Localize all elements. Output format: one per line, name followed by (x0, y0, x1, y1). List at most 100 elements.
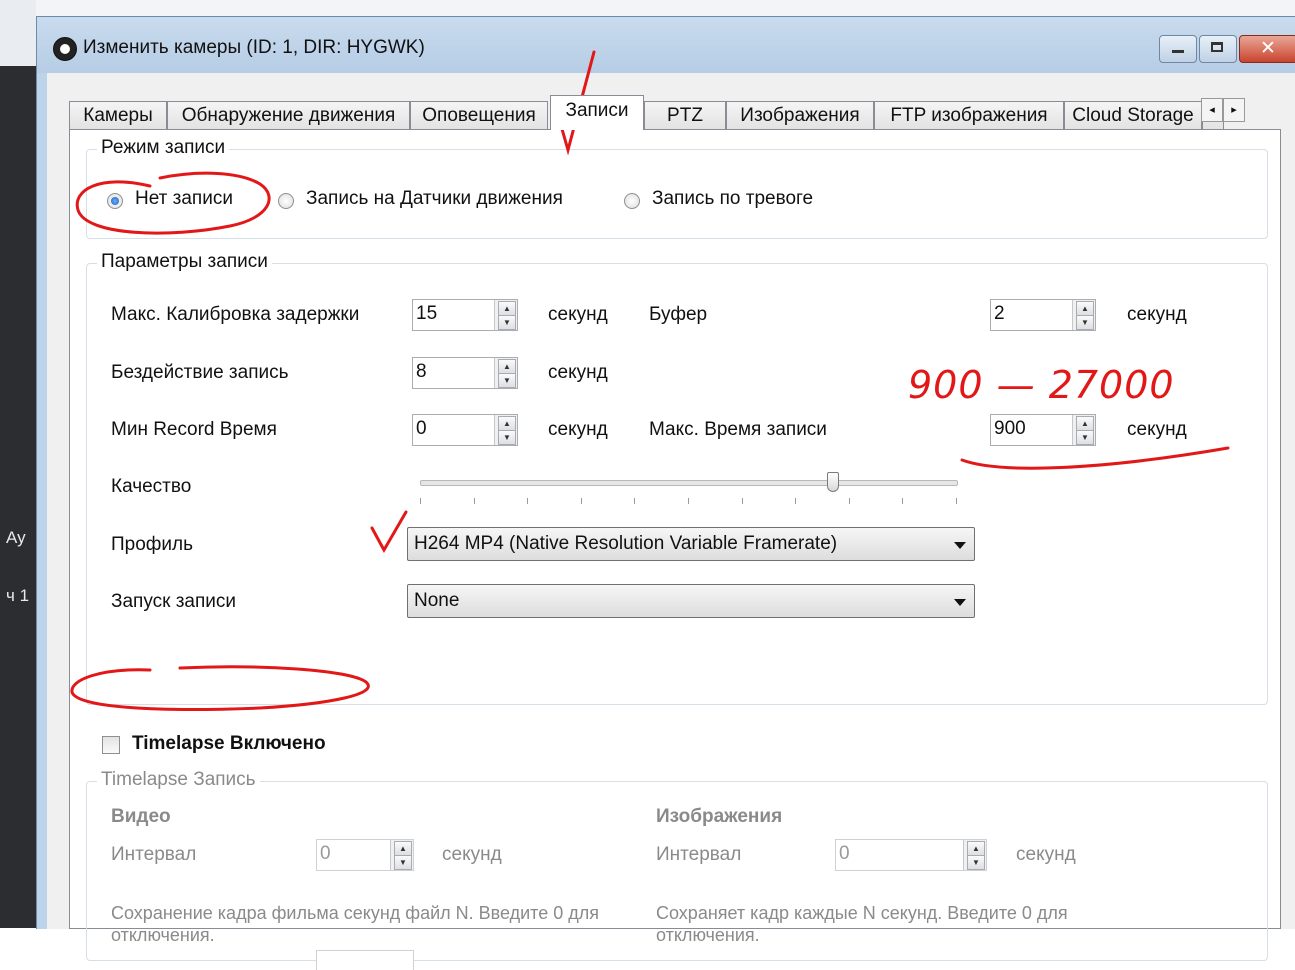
spin-up-icon[interactable]: ▲ (1076, 416, 1094, 431)
quality-slider-track[interactable] (420, 480, 958, 486)
spin-down-icon[interactable]: ▼ (498, 373, 516, 388)
spin-up-icon[interactable]: ▲ (498, 301, 516, 316)
maximize-button[interactable] (1199, 35, 1237, 63)
tab-scroll-left-icon[interactable]: ◂ (1201, 98, 1223, 122)
max-delay-value[interactable]: 15 (416, 303, 437, 325)
spin-down-icon[interactable]: ▼ (498, 315, 516, 330)
record-params-legend: Параметры записи (97, 251, 272, 273)
chevron-down-icon[interactable] (954, 599, 966, 606)
timelapse-group: Timelapse Запись Видео Интервал 0 ▲ ▼ сек… (86, 769, 1268, 970)
buffer-unit: секунд (1127, 304, 1187, 325)
slider-tick (634, 498, 635, 504)
record-mode-legend: Режим записи (97, 137, 230, 159)
timelapse-enabled-checkbox[interactable] (102, 736, 120, 754)
dialog-titlebar[interactable]: Изменить камеры (ID: 1, DIR: HYGWK) ✕ (37, 17, 1295, 73)
profile-dropdown[interactable]: H264 MP4 (Native Resolution Variable Fra… (407, 527, 975, 561)
profile-label: Профиль (111, 534, 194, 555)
min-record-spinner[interactable]: 0 ▲ ▼ (412, 414, 518, 446)
background-app-sidebar: Ау ч 1 (0, 66, 36, 928)
maximize-icon (1211, 42, 1223, 52)
buffer-value[interactable]: 2 (994, 303, 1005, 325)
timelapse-enabled-label[interactable]: Timelapse Включено (132, 733, 326, 755)
spin-down-icon[interactable]: ▼ (394, 855, 412, 870)
min-record-value[interactable]: 0 (416, 418, 427, 440)
tab-cloud-storage[interactable]: Cloud Storage (1064, 101, 1202, 129)
tab-alerts[interactable]: Оповещения (410, 101, 548, 129)
radio-alarm-recording-label[interactable]: Запись по тревоге (652, 188, 813, 210)
background-side-label: ч 1 (6, 586, 30, 605)
quality-slider-thumb[interactable] (827, 472, 839, 492)
spin-down-icon[interactable]: ▼ (498, 430, 516, 445)
max-delay-unit: секунд (548, 304, 608, 325)
min-record-label: Мин Record Время (111, 419, 277, 440)
quality-label: Качество (111, 476, 192, 497)
dialog-title: Изменить камеры (ID: 1, DIR: HYGWK) (83, 37, 425, 58)
slider-tick (420, 498, 421, 504)
slider-tick (527, 498, 528, 504)
inactivity-unit: секунд (548, 362, 608, 383)
timelapse-video-hint: Сохранение кадра фильма секунд файл N. В… (111, 903, 599, 945)
max-delay-label: Макс. Калибровка задержки (111, 304, 360, 325)
spin-down-icon[interactable]: ▼ (967, 855, 985, 870)
tab-motion-detection[interactable]: Обнаружение движения (167, 101, 410, 129)
trigger-dropdown[interactable]: None (407, 584, 975, 618)
spin-down-icon[interactable]: ▼ (1076, 315, 1094, 330)
min-record-unit: секунд (548, 419, 608, 440)
timelapse-video-interval-spinner[interactable]: 0 ▲ ▼ (316, 839, 414, 871)
timelapse-images-unit: секунд (1016, 844, 1076, 865)
spin-up-icon[interactable]: ▲ (394, 841, 412, 856)
dialog-client-area: Камеры Обнаружение движения Оповещения З… (47, 73, 1295, 970)
timelapse-video-heading: Видео (111, 806, 171, 827)
minimize-button[interactable] (1159, 35, 1197, 63)
close-icon: ✕ (1260, 38, 1276, 59)
max-delay-spinner[interactable]: 15 ▲ ▼ (412, 299, 518, 331)
radio-motion-recording[interactable] (278, 193, 294, 209)
background-app-corner (0, 0, 36, 66)
quality-slider[interactable] (420, 470, 960, 510)
radio-no-recording[interactable] (107, 193, 123, 209)
radio-no-recording-label[interactable]: Нет записи (135, 188, 233, 210)
slider-tick (688, 498, 689, 504)
radio-motion-recording-label[interactable]: Запись на Датчики движения (306, 188, 563, 210)
tab-images[interactable]: Изображения (726, 101, 874, 129)
max-record-label: Макс. Время записи (649, 419, 827, 440)
timelapse-extra-spinner[interactable] (316, 950, 414, 970)
timelapse-video-unit: секунд (442, 844, 502, 865)
inactivity-value[interactable]: 8 (416, 361, 427, 383)
recording-tab-panel: Режим записи Нет записи Запись на Датчик… (69, 129, 1281, 970)
close-button[interactable]: ✕ (1239, 35, 1295, 63)
buffer-spinner[interactable]: 2 ▲ ▼ (990, 299, 1096, 331)
slider-tick (849, 498, 850, 504)
profile-selected-value[interactable]: H264 MP4 (Native Resolution Variable Fra… (414, 533, 837, 555)
tab-ptz[interactable]: PTZ (644, 101, 726, 129)
timelapse-images-heading: Изображения (656, 806, 783, 827)
timelapse-video-interval-value[interactable]: 0 (320, 843, 331, 865)
max-record-spinner[interactable]: 900 ▲ ▼ (990, 414, 1096, 446)
tab-ftp-images[interactable]: FTP изображения (874, 101, 1064, 129)
slider-tick (474, 498, 475, 504)
tab-scroll-arrows: ◂ ▸ (1201, 98, 1245, 122)
tab-recording[interactable]: Записи (550, 95, 644, 130)
tab-scroll-right-icon[interactable]: ▸ (1223, 98, 1245, 122)
slider-tick (581, 498, 582, 504)
spin-up-icon[interactable]: ▲ (1076, 301, 1094, 316)
inactivity-label: Бездействие запись (111, 362, 289, 383)
chevron-down-icon[interactable] (954, 542, 966, 549)
inactivity-spinner[interactable]: 8 ▲ ▼ (412, 357, 518, 389)
trigger-label: Запуск записи (111, 591, 237, 612)
spin-down-icon[interactable]: ▼ (1076, 430, 1094, 445)
tab-cameras[interactable]: Камеры (69, 101, 167, 129)
timelapse-images-interval-value[interactable]: 0 (839, 843, 850, 865)
timelapse-images-interval-spinner[interactable]: 0 ▲ ▼ (835, 839, 987, 871)
record-params-group: Параметры записи Макс. Калибровка задерж… (86, 251, 1268, 705)
record-mode-group: Режим записи Нет записи Запись на Датчик… (86, 137, 1268, 239)
slider-tick (956, 498, 957, 504)
timelapse-images-interval-label: Интервал (656, 844, 742, 865)
trigger-selected-value[interactable]: None (414, 590, 459, 612)
radio-alarm-recording[interactable] (624, 193, 640, 209)
background-side-label: Ау (6, 528, 26, 547)
spin-up-icon[interactable]: ▲ (498, 416, 516, 431)
max-record-value[interactable]: 900 (994, 418, 1026, 440)
spin-up-icon[interactable]: ▲ (498, 359, 516, 374)
spin-up-icon[interactable]: ▲ (967, 841, 985, 856)
